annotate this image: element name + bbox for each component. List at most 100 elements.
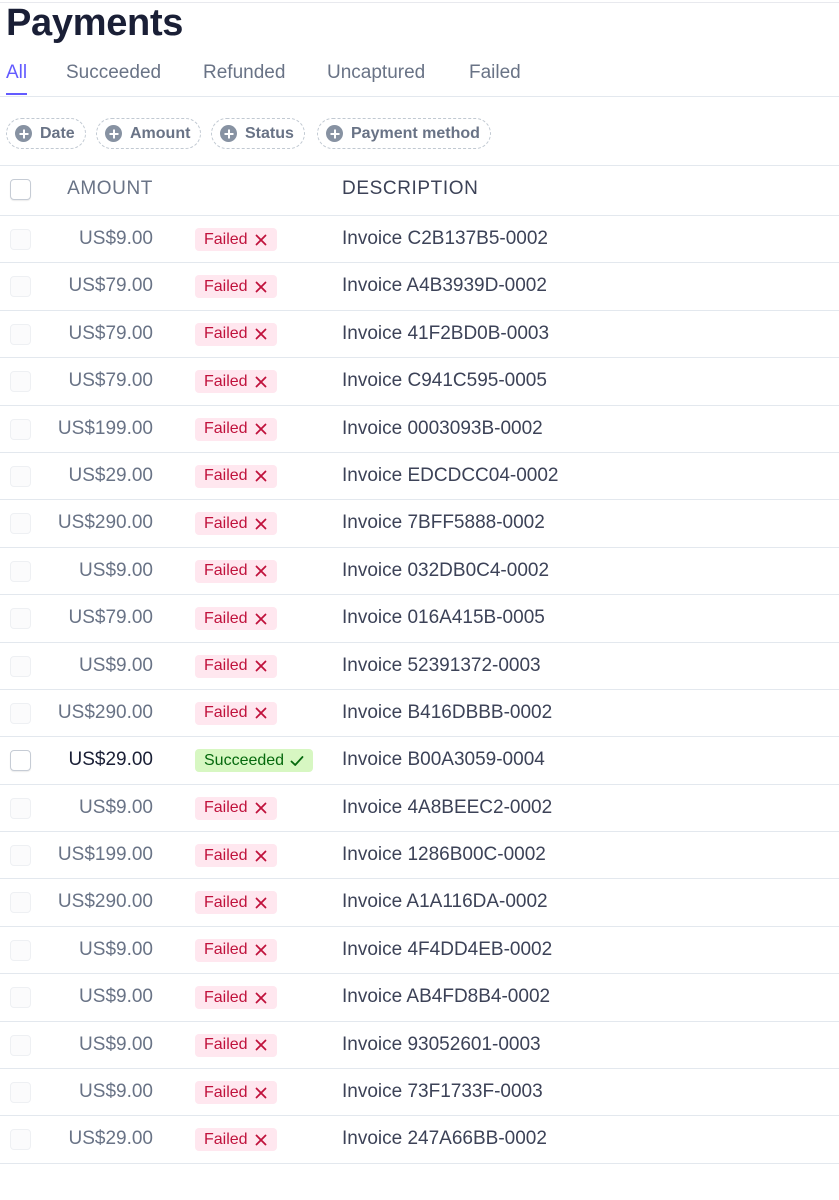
table-row[interactable]: US$29.00 Failed Invoice EDCDCC04-0002 (0, 453, 839, 501)
table-row[interactable]: US$9.00 Failed Invoice 52391372-0003 (0, 643, 839, 690)
status-badge: Failed (195, 1081, 277, 1105)
row-checkbox[interactable] (10, 276, 31, 298)
status-label: Failed (204, 799, 248, 817)
payment-amount: US$290.00 (57, 891, 153, 913)
payment-amount: US$9.00 (79, 1081, 153, 1103)
row-checkbox[interactable] (10, 655, 31, 677)
row-checkbox[interactable] (10, 702, 31, 724)
row-checkbox[interactable] (10, 1082, 31, 1104)
row-checkbox[interactable] (10, 797, 31, 819)
status-badge: Failed (195, 417, 277, 441)
payment-amount: US$9.00 (79, 228, 153, 249)
tab-refunded[interactable]: Refunded (203, 56, 285, 94)
payment-description: Invoice B00A3059-0004 (342, 749, 545, 771)
payment-description: Invoice B416DBBB-0002 (342, 701, 553, 723)
status-badge: Failed (195, 1033, 277, 1057)
status-badge: Failed (195, 228, 277, 251)
filter-status-button[interactable]: Status (211, 118, 305, 149)
column-header-description[interactable]: DESCRIPTION (342, 178, 478, 200)
payment-description: Invoice 1286B00C-0002 (342, 844, 546, 866)
status-label: Failed (204, 1083, 248, 1101)
table-row[interactable]: US$9.00 Failed Invoice 4F4DD4EB-0002 (0, 927, 839, 975)
table-row[interactable]: US$290.00 Failed Invoice B416DBBB-0002 (0, 690, 839, 738)
column-header-amount[interactable]: AMOUNT (67, 178, 153, 200)
row-checkbox[interactable] (10, 371, 31, 393)
table-row[interactable]: US$79.00 Failed Invoice 016A415B-0005 (0, 595, 839, 643)
row-checkbox[interactable] (10, 418, 31, 440)
status-badge: Failed (195, 275, 277, 299)
row-checkbox[interactable] (10, 939, 31, 961)
close-icon (255, 281, 266, 293)
tab-succeeded[interactable]: Succeeded (66, 56, 161, 94)
row-checkbox[interactable] (10, 987, 31, 1009)
row-checkbox[interactable] (10, 845, 31, 867)
payment-amount: US$9.00 (79, 654, 153, 676)
table-row[interactable]: US$79.00 Failed Invoice C941C595-0005 (0, 358, 839, 406)
payment-description: Invoice 7BFF5888-0002 (342, 512, 545, 534)
status-label: Failed (204, 846, 248, 864)
status-tabs: All Succeeded Refunded Uncaptured Failed (0, 56, 839, 97)
row-checkbox[interactable] (10, 892, 31, 914)
row-checkbox[interactable] (10, 229, 31, 250)
payments-table-body: US$9.00 Failed Invoice C2B137B5-0002 US$… (0, 216, 839, 1164)
close-icon (255, 565, 266, 577)
payment-description: Invoice EDCDCC04-0002 (342, 464, 559, 486)
status-badge: Failed (195, 986, 277, 1010)
payment-amount: US$199.00 (57, 417, 153, 439)
payment-description: Invoice 93052601-0003 (342, 1033, 541, 1055)
status-label: Failed (204, 372, 248, 390)
status-badge: Failed (195, 464, 277, 488)
payment-amount: US$79.00 (68, 607, 153, 629)
row-checkbox[interactable] (10, 323, 31, 345)
row-checkbox[interactable] (10, 608, 31, 630)
table-row[interactable]: US$199.00 Failed Invoice 1286B00C-0002 (0, 832, 839, 880)
plus-circle-icon (326, 125, 343, 142)
tab-uncaptured[interactable]: Uncaptured (327, 56, 425, 94)
table-row[interactable]: US$199.00 Failed Invoice 0003093B-0002 (0, 406, 839, 453)
filter-payment-method-button[interactable]: Payment method (317, 118, 491, 149)
status-badge: Failed (195, 322, 277, 346)
row-checkbox[interactable] (10, 750, 31, 772)
row-checkbox[interactable] (10, 1129, 31, 1151)
table-row[interactable]: US$29.00 Succeeded Invoice B00A3059-0004 (0, 737, 839, 785)
table-row[interactable]: US$9.00 Failed Invoice 93052601-0003 (0, 1022, 839, 1070)
table-row[interactable]: US$79.00 Failed Invoice A4B3939D-0002 (0, 263, 839, 311)
table-row[interactable]: US$79.00 Failed Invoice 41F2BD0B-0003 (0, 311, 839, 359)
status-label: Failed (204, 704, 248, 722)
payment-amount: US$79.00 (68, 275, 153, 297)
status-label: Failed (204, 325, 248, 343)
status-badge: Succeeded (195, 749, 314, 773)
payment-description: Invoice 52391372-0003 (342, 654, 541, 676)
row-checkbox[interactable] (10, 1034, 31, 1056)
plus-circle-icon (220, 125, 237, 142)
status-badge: Failed (195, 891, 277, 915)
filter-date-button[interactable]: Date (6, 118, 86, 149)
table-row[interactable]: US$9.00 Failed Invoice 4A8BEEC2-0002 (0, 785, 839, 833)
close-icon (255, 518, 266, 530)
filter-amount-button[interactable]: Amount (96, 118, 202, 149)
tab-all[interactable]: All (6, 56, 28, 95)
payment-description: Invoice 73F1733F-0003 (342, 1081, 543, 1103)
status-label: Failed (204, 277, 248, 295)
row-checkbox[interactable] (10, 513, 31, 535)
row-checkbox[interactable] (10, 560, 31, 582)
close-icon (255, 802, 266, 814)
status-label: Failed (204, 988, 248, 1006)
table-row[interactable]: US$29.00 Failed Invoice 247A66BB-0002 (0, 1116, 839, 1164)
payment-amount: US$9.00 (79, 986, 153, 1008)
table-row[interactable]: US$9.00 Failed Invoice 032DB0C4-0002 (0, 548, 839, 596)
row-checkbox[interactable] (10, 465, 31, 487)
table-row[interactable]: US$9.00 Failed Invoice C2B137B5-0002 (0, 216, 839, 264)
status-badge: Failed (195, 370, 277, 394)
table-row[interactable]: US$9.00 Failed Invoice 73F1733F-0003 (0, 1069, 839, 1117)
select-all-checkbox[interactable] (10, 179, 31, 200)
table-row[interactable]: US$290.00 Failed Invoice A1A116DA-0002 (0, 879, 839, 927)
tab-failed[interactable]: Failed (469, 56, 521, 94)
status-label: Failed (204, 941, 248, 959)
payment-amount: US$290.00 (57, 701, 153, 723)
close-icon (255, 376, 266, 388)
table-row[interactable]: US$290.00 Failed Invoice 7BFF5888-0002 (0, 500, 839, 548)
table-row[interactable]: US$9.00 Failed Invoice AB4FD8B4-0002 (0, 974, 839, 1022)
status-label: Failed (204, 562, 248, 580)
payment-description: Invoice A4B3939D-0002 (342, 275, 547, 297)
